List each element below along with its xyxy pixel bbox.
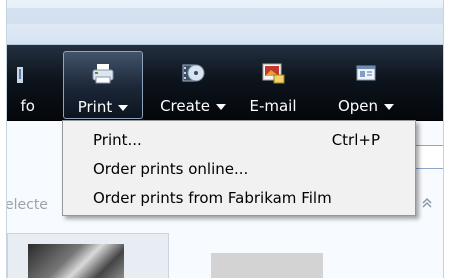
command-toolbar: fo Print Create E-mail Open — [7, 45, 443, 121]
email-button[interactable]: E-mail — [241, 45, 305, 120]
printer-icon — [92, 64, 114, 84]
film-disc-icon — [182, 64, 205, 82]
menu-item-print[interactable]: Print... Ctrl+P — [64, 129, 414, 153]
menu-item-shortcut: Ctrl+P — [331, 131, 380, 149]
search-input[interactable] — [415, 145, 443, 169]
info-icon — [17, 67, 23, 83]
menu-item-order-prints-online[interactable]: Order prints online... — [64, 158, 414, 182]
email-label: E-mail — [249, 97, 297, 115]
menu-item-label: Order prints from Fabrikam Film — [93, 189, 332, 207]
chevron-down-icon — [384, 103, 395, 110]
selection-status-text: electe — [6, 197, 48, 213]
print-label: Print — [64, 98, 142, 116]
create-button[interactable]: Create — [153, 45, 233, 120]
title-bar-stripe — [7, 8, 443, 24]
open-button[interactable]: Open — [323, 45, 409, 120]
info-label: fo — [20, 97, 35, 115]
email-photo-icon — [262, 63, 285, 84]
open-window-icon — [356, 65, 376, 81]
open-label: Open — [323, 97, 409, 115]
menu-item-order-prints-fabrikam[interactable]: Order prints from Fabrikam Film — [64, 187, 414, 211]
chevron-up-icon[interactable] — [421, 197, 433, 209]
create-label: Create — [153, 97, 233, 115]
photo-thumbnail[interactable] — [211, 253, 323, 278]
print-dropdown-menu: Print... Ctrl+P Order prints online... O… — [62, 120, 416, 216]
print-button[interactable]: Print — [63, 51, 143, 119]
photo-thumbnail[interactable] — [7, 233, 169, 278]
info-button[interactable]: fo — [7, 45, 41, 120]
chevron-down-icon — [215, 103, 226, 110]
photo-image — [28, 244, 124, 278]
menu-item-label: Print... — [93, 131, 142, 149]
menu-item-label: Order prints online... — [93, 160, 249, 178]
title-bar — [7, 0, 443, 45]
chevron-down-icon — [118, 104, 129, 111]
